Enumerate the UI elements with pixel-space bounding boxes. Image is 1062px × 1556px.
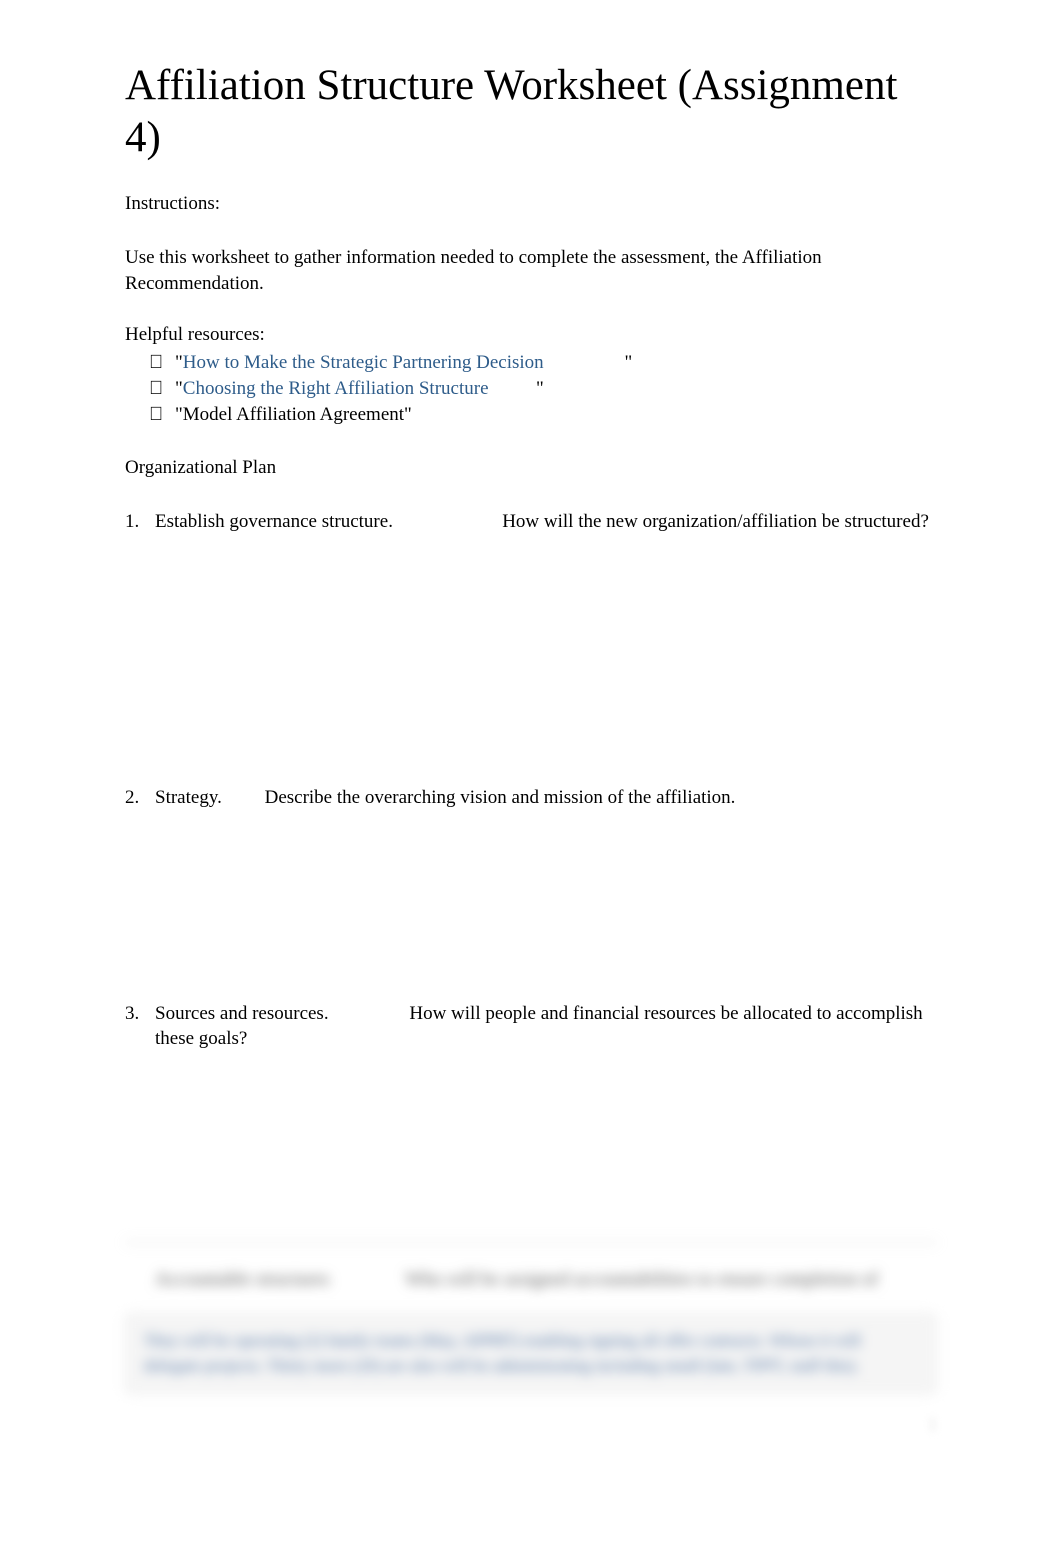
quote-open: " xyxy=(175,378,183,399)
spacer xyxy=(544,352,625,373)
spacer xyxy=(334,1269,401,1290)
question-item-2: 2. Strategy. Describe the overarching vi… xyxy=(125,785,937,811)
spacer xyxy=(398,511,498,532)
question-label: Strategy. xyxy=(155,787,222,808)
question-label: Establish governance structure. xyxy=(155,511,393,532)
quote-close: " xyxy=(536,378,544,399)
question-item-3: 3. Sources and resources. How will peopl… xyxy=(125,1001,937,1052)
bullet-icon:  xyxy=(149,350,163,376)
page-number: 1 xyxy=(125,1414,937,1435)
resource-item:  "Model Affiliation Agreement" xyxy=(125,402,937,428)
question-item-1: 1. Establish governance structure. How w… xyxy=(125,509,937,535)
quote-open: " xyxy=(175,352,183,373)
blurred-label: Accountable structures xyxy=(155,1269,330,1290)
bullet-icon:  xyxy=(149,376,163,402)
resource-item:  "Choosing the Right Affiliation Struct… xyxy=(125,376,937,402)
question-label: Sources and resources. xyxy=(155,1003,329,1024)
question-number: 2. xyxy=(125,785,139,811)
blurred-prompt: Who will be assigned accountabilities to… xyxy=(405,1269,878,1290)
question-number: 3. xyxy=(125,1001,139,1027)
intro-text: Use this worksheet to gather information… xyxy=(125,245,937,296)
blurred-question-row: Accountable structures Who will be assig… xyxy=(125,1267,937,1293)
spacer xyxy=(333,1003,404,1024)
quote-close: " xyxy=(624,352,632,373)
resources-label: Helpful resources: xyxy=(125,324,937,346)
question-number: 1. xyxy=(125,509,139,535)
resource-item:  "How to Make the Strategic Partnering … xyxy=(125,350,937,376)
blurred-answer-box: They will be operating (2) family teams … xyxy=(125,1313,937,1394)
quote-close: " xyxy=(404,404,412,425)
blurred-preview-area: Accountable structures Who will be assig… xyxy=(125,1242,937,1394)
bullet-icon:  xyxy=(149,402,163,428)
question-prompt: Describe the overarching vision and miss… xyxy=(265,787,736,808)
resources-list:  "How to Make the Strategic Partnering … xyxy=(125,350,937,427)
resource-link-strategic-partnering[interactable]: How to Make the Strategic Partnering Dec… xyxy=(183,352,544,373)
spacer xyxy=(489,378,537,399)
quote-open: " xyxy=(175,404,183,425)
resource-text-model-agreement: Model Affiliation Agreement xyxy=(183,404,404,425)
question-list: 1. Establish governance structure. How w… xyxy=(125,509,937,1052)
section-heading: Organizational Plan xyxy=(125,457,937,479)
resource-link-affiliation-structure[interactable]: Choosing the Right Affiliation Structure xyxy=(183,378,489,399)
question-prompt: How will the new organization/affiliatio… xyxy=(502,511,929,532)
page-title: Affiliation Structure Worksheet (Assignm… xyxy=(125,60,937,163)
spacer xyxy=(227,787,260,808)
instructions-label: Instructions: xyxy=(125,193,937,215)
